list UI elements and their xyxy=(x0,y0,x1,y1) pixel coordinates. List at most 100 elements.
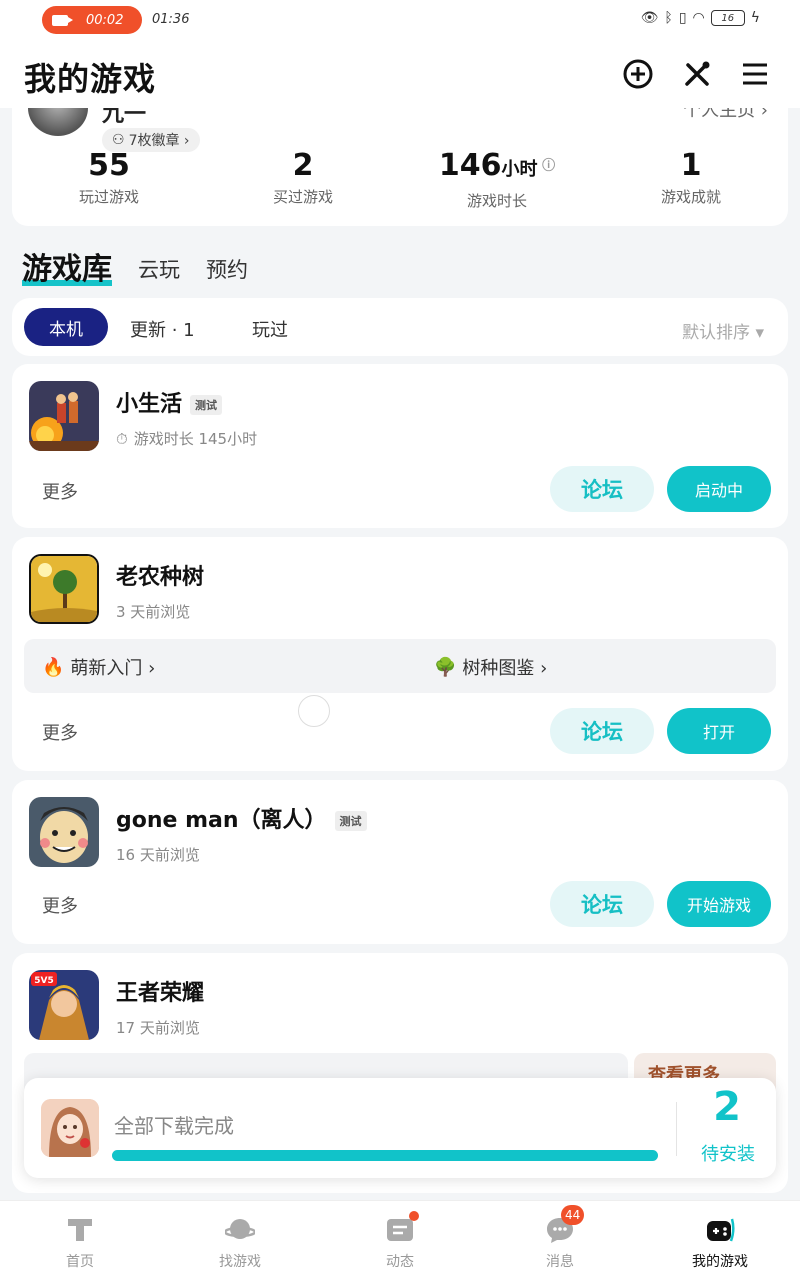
tab-reservations[interactable]: 预约 xyxy=(206,254,248,288)
game-subtitle: 3 天前浏览 xyxy=(116,603,191,621)
download-toast[interactable]: 全部下载完成 2 待安装 xyxy=(24,1078,776,1178)
download-progress-fill xyxy=(112,1150,658,1161)
recording-time: 00:02 xyxy=(86,12,124,28)
top-app-bar: 我的游戏 xyxy=(0,40,800,108)
game-subtitle: 17 天前浏览 xyxy=(116,1019,200,1037)
wifi-icon: ◠ xyxy=(692,10,705,26)
stat-value: 2 xyxy=(292,148,314,183)
sort-dropdown[interactable]: 默认排序 ▾ xyxy=(682,318,764,343)
clock: 01:36 xyxy=(152,12,190,27)
user-name: 九一 xyxy=(102,108,147,127)
hamburger-menu-icon xyxy=(743,63,767,85)
screen-recording-indicator[interactable]: 00:02 xyxy=(42,6,142,34)
nav-label: 动态 xyxy=(386,1254,414,1270)
game-subtitle: 16 天前浏览 xyxy=(116,846,200,864)
game-icon[interactable]: 5V5 xyxy=(29,970,99,1040)
nav-label: 我的游戏 xyxy=(692,1254,748,1270)
tab-cloud-play[interactable]: 云玩 xyxy=(138,254,180,288)
forum-button[interactable]: 论坛 xyxy=(550,708,654,754)
stopwatch-icon: ⏱ xyxy=(116,429,128,448)
forum-button[interactable]: 论坛 xyxy=(550,881,654,927)
stat-value: 1 xyxy=(680,148,702,183)
game-name: 小生活 测试 xyxy=(116,386,223,418)
nav-messages[interactable]: 44 消息 xyxy=(480,1201,640,1280)
battery-level: 16 xyxy=(721,12,735,24)
game-name: 王者荣耀 xyxy=(116,981,205,1006)
fire-icon: 🔥 xyxy=(42,656,65,678)
tools-icon xyxy=(685,61,710,86)
stat-label: 玩过游戏 xyxy=(78,188,139,206)
stat-bought[interactable]: 2 买过游戏 xyxy=(206,148,400,211)
stat-achievements[interactable]: 1 游戏成就 xyxy=(594,148,788,211)
svg-text:5V5: 5V5 xyxy=(34,976,54,986)
status-bar: 00:02 01:36 👁 ᛒ ▯ ◠ 16 ϟ xyxy=(0,0,800,40)
pending-install-count[interactable]: 2 xyxy=(692,1084,762,1130)
launch-button[interactable]: 启动中 xyxy=(667,466,771,512)
nav-feed[interactable]: 动态 xyxy=(320,1201,480,1280)
page-title: 我的游戏 xyxy=(24,60,157,98)
nav-label: 首页 xyxy=(66,1254,94,1270)
tab-game-library[interactable]: 游戏库 xyxy=(22,244,112,288)
game-icon[interactable] xyxy=(29,554,99,624)
nav-label: 找游戏 xyxy=(219,1254,261,1270)
downloaded-game-icon xyxy=(41,1099,99,1157)
game-card[interactable]: 老农种树 3 天前浏览 🔥 萌新入门 › 🌳 树种图鉴 › 更多 论坛 打开 xyxy=(12,537,788,771)
info-icon: ⓘ xyxy=(537,158,556,174)
battery-icon: 16 xyxy=(710,10,745,26)
more-link[interactable]: 更多 xyxy=(42,478,78,504)
system-icons: 👁 ᛒ ▯ ◠ 16 ϟ xyxy=(641,10,760,26)
stat-value: 55 xyxy=(88,148,130,183)
nav-home[interactable]: 首页 xyxy=(0,1201,160,1280)
bottom-nav: 首页 找游戏 动态 44 消息 我的游戏 xyxy=(0,1200,800,1280)
stats-row: 55 玩过游戏 2 买过游戏 146小时 ⓘ 游戏时长 1 游戏成就 xyxy=(12,148,788,211)
avatar[interactable] xyxy=(28,108,88,136)
library-tabs: 游戏库 云玩 预约 xyxy=(22,244,248,288)
game-name: 老农种树 xyxy=(116,565,205,590)
stat-number: 146 xyxy=(438,148,502,183)
test-tag: 测试 xyxy=(190,395,223,415)
game-icon[interactable] xyxy=(29,797,99,867)
nav-my-games[interactable]: 我的游戏 xyxy=(640,1201,800,1280)
profile-card: 九一 个人主页 › ⚇ 7枚徽章 › 55 玩过游戏 2 买过游戏 146小时 … xyxy=(12,108,788,226)
stat-label: 游戏成就 xyxy=(660,188,721,206)
feed-icon xyxy=(385,1211,419,1245)
test-tag: 测试 xyxy=(334,811,367,831)
stat-played[interactable]: 55 玩过游戏 xyxy=(12,148,206,211)
medal-icon: ⚇ xyxy=(112,132,125,148)
eye-icon: 👁 xyxy=(640,10,659,26)
game-icon[interactable] xyxy=(29,381,99,451)
nav-find-games[interactable]: 找游戏 xyxy=(160,1201,320,1280)
more-link[interactable]: 更多 xyxy=(42,892,78,918)
stat-playtime[interactable]: 146小时 ⓘ 游戏时长 xyxy=(400,148,594,211)
more-link[interactable]: 更多 xyxy=(42,719,78,745)
planet-icon xyxy=(225,1219,255,1239)
game-subtitle: ⏱ 游戏时长 145小时 xyxy=(116,429,258,449)
tools-button[interactable] xyxy=(681,58,713,90)
message-count-badge: 44 xyxy=(561,1205,585,1225)
guide-beginner[interactable]: 🔥 萌新入门 › xyxy=(42,654,155,680)
add-game-button[interactable] xyxy=(622,58,654,90)
forum-button[interactable]: 论坛 xyxy=(550,466,654,512)
filter-chip-played[interactable]: 玩过 xyxy=(252,316,288,342)
toast-divider xyxy=(676,1102,677,1156)
bluetooth-icon: ᛒ xyxy=(664,10,673,26)
download-progress-bar xyxy=(112,1150,658,1161)
tree-icon: 🌳 xyxy=(434,656,457,678)
message-icon: 44 xyxy=(545,1205,585,1245)
filter-chip-update[interactable]: 更新 · 1 xyxy=(130,316,195,342)
menu-button[interactable] xyxy=(739,58,771,90)
start-game-button[interactable]: 开始游戏 xyxy=(667,881,771,927)
filter-chip-local[interactable]: 本机 xyxy=(24,308,108,346)
pending-install-label[interactable]: 待安装 xyxy=(688,1140,768,1166)
open-button[interactable]: 打开 xyxy=(667,708,771,754)
charging-icon: ϟ xyxy=(750,10,760,26)
profile-home-link[interactable]: 个人主页 › xyxy=(683,108,768,122)
touch-indicator xyxy=(298,695,330,727)
guide-tree-catalog[interactable]: 🌳 树种图鉴 › xyxy=(434,654,547,680)
vibrate-icon: ▯ xyxy=(678,10,687,26)
game-card[interactable]: 小生活 测试 ⏱ 游戏时长 145小时 更多 论坛 启动中 xyxy=(12,364,788,528)
game-card[interactable]: gone man（离人） 测试 16 天前浏览 更多 论坛 开始游戏 xyxy=(12,780,788,944)
video-camera-icon xyxy=(52,14,73,26)
game-name: gone man（离人） 测试 xyxy=(116,802,367,834)
stat-value: 146小时 ⓘ xyxy=(400,148,594,188)
